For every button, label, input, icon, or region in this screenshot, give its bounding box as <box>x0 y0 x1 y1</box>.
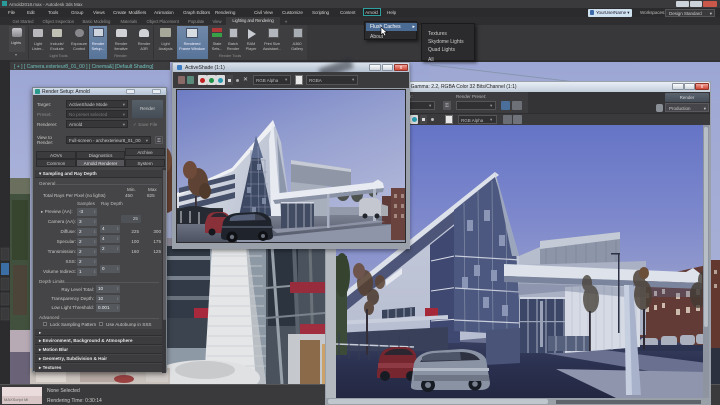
svg-text:[ + ] [ Camera.exterieur8_01_0: [ + ] [ Camera.exterieur8_01_00 ] [ Cine… <box>14 64 154 70</box>
